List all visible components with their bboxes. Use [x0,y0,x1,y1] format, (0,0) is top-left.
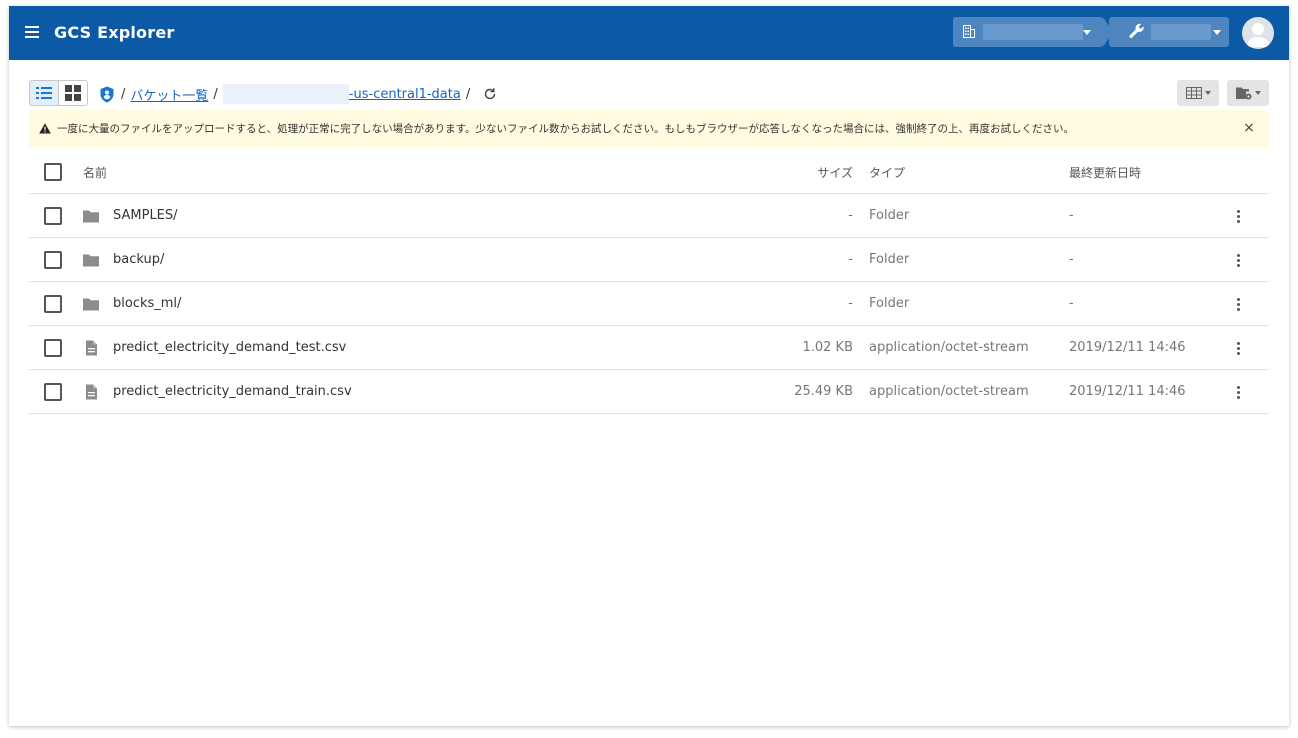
table-row[interactable]: backup/ - Folder - [29,238,1269,282]
chevron-down-icon [1254,91,1261,95]
folder-icon [83,298,99,311]
item-name[interactable]: SAMPLES/ [113,208,178,223]
item-size: 25.49 KB [794,384,853,399]
item-name[interactable]: predict_electricity_demand_train.csv [113,384,352,399]
folder-settings-button[interactable] [1227,80,1269,106]
item-type: Folder [869,208,910,223]
table-header: 名前 サイズ タイプ 最終更新日時 [29,150,1269,194]
user-avatar-icon [1246,23,1270,47]
header-updated[interactable]: 最終更新日時 [1069,164,1141,181]
item-type: Folder [869,252,910,267]
columns-button[interactable] [1177,80,1219,106]
row-checkbox[interactable] [44,207,62,225]
avatar[interactable] [1242,17,1274,49]
row-checkbox[interactable] [44,251,62,269]
table-row[interactable]: SAMPLES/ - Folder - [29,194,1269,238]
item-updated: - [1069,296,1074,311]
list-view-button[interactable] [30,81,59,105]
row-checkbox[interactable] [44,295,62,313]
item-size: 1.02 KB [802,340,853,355]
breadcrumb-separator: / [213,86,218,102]
item-updated: - [1069,208,1074,223]
header-type[interactable]: タイプ [869,164,905,181]
more-vert-icon[interactable] [1229,339,1247,357]
more-vert-icon[interactable] [1229,295,1247,313]
shield-user-icon[interactable] [99,86,115,103]
item-type: application/octet-stream [869,384,1029,399]
table-row[interactable]: predict_electricity_demand_train.csv 25.4… [29,370,1269,414]
list-view-icon [35,87,52,99]
organization-value-redacted [983,24,1083,40]
close-icon[interactable]: × [1242,120,1256,136]
bucket-name-redacted [222,84,349,104]
more-vert-icon[interactable] [1229,251,1247,269]
upload-warning-alert: 一度に大量のファイルをアップロードすると、処理が正常に完了しない場合があります。… [29,110,1270,147]
project-value-redacted [1151,24,1211,40]
item-type: Folder [869,296,910,311]
item-type: application/octet-stream [869,340,1029,355]
row-checkbox[interactable] [44,383,62,401]
row-checkbox[interactable] [44,339,62,357]
toolbar: / バケット一覧 / -us-central1-data / [29,80,1269,106]
chevron-down-icon [1204,91,1211,95]
file-table: 名前 サイズ タイプ 最終更新日時 SAMPLES/- Folder - backup… [29,150,1269,414]
item-name[interactable]: predict_electricity_demand_test.csv [113,340,346,355]
more-vert-icon[interactable] [1229,207,1247,225]
chevron-down-icon [1213,30,1221,35]
table-row[interactable]: blocks_ml/ - Folder - [29,282,1269,326]
folder-icon [83,210,99,223]
table-columns-icon [1185,87,1202,99]
grid-view-button[interactable] [59,81,87,105]
more-vert-icon[interactable] [1229,383,1247,401]
header-size[interactable]: サイズ [817,164,853,181]
app-bar: GCS Explorer [9,6,1289,60]
breadcrumb-bucket[interactable]: -us-central1-data [349,87,461,102]
breadcrumb: / バケット一覧 / -us-central1-data / [99,84,497,104]
select-all-checkbox[interactable] [44,163,62,181]
header-name[interactable]: 名前 [83,164,107,181]
item-name[interactable]: blocks_ml/ [113,296,181,311]
item-size: - [848,208,853,223]
item-size: - [848,252,853,267]
app-title: GCS Explorer [54,23,175,42]
alert-message: 一度に大量のファイルをアップロードすると、処理が正常に完了しない場合があります。… [57,123,1075,135]
breadcrumb-bucket-list[interactable]: バケット一覧 [130,85,208,104]
project-selector[interactable] [1109,17,1229,47]
refresh-icon[interactable] [483,87,497,101]
item-updated: 2019/12/11 14:46 [1069,384,1186,399]
grid-view-icon [64,85,81,101]
chevron-down-icon [1083,30,1091,35]
breadcrumb-separator: / [121,86,126,102]
folder-icon [83,254,99,267]
breadcrumb-separator: / [465,86,471,102]
item-updated: 2019/12/11 14:46 [1069,340,1186,355]
menu-icon[interactable] [25,26,39,38]
view-toggle [29,80,88,106]
app-window: GCS Explorer / バケット一覧 / -us-central1-dat… [9,6,1289,726]
building-icon [963,25,975,38]
folder-settings-icon [1235,87,1251,100]
organization-selector[interactable] [953,17,1113,47]
warning-icon [39,123,51,134]
file-icon [86,384,97,400]
item-updated: - [1069,252,1074,267]
file-icon [86,340,97,356]
wrench-icon [1129,23,1144,38]
item-name[interactable]: backup/ [113,252,164,267]
item-size: - [848,296,853,311]
table-row[interactable]: predict_electricity_demand_test.csv 1.02 … [29,326,1269,370]
